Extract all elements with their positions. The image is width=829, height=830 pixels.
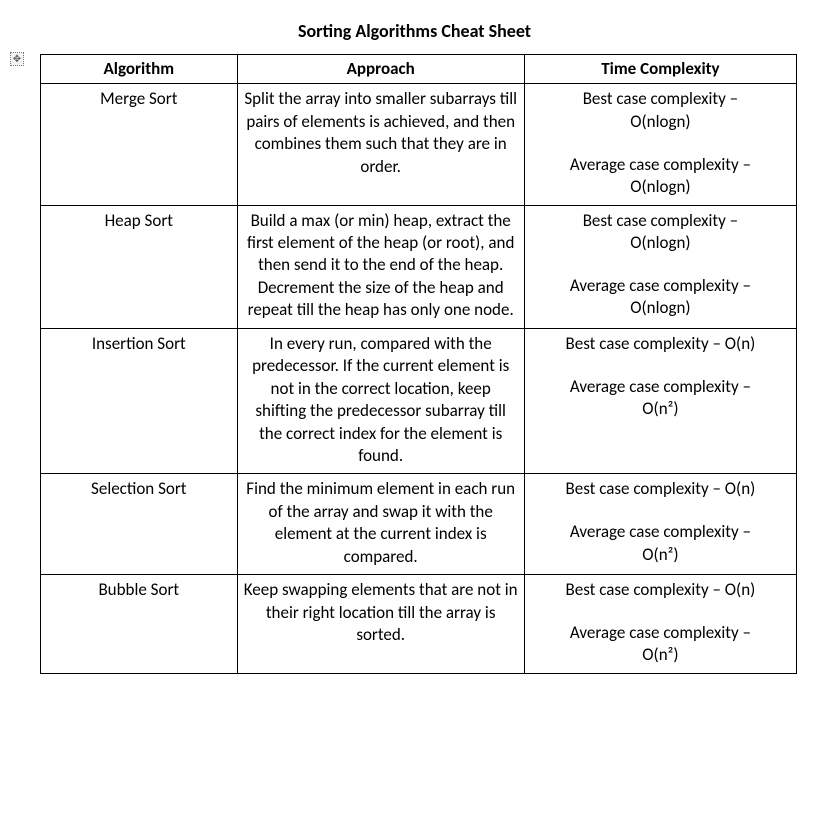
cell-algorithm: Selection Sort xyxy=(41,474,238,575)
avg-value: O(n²) xyxy=(531,398,790,420)
cell-complexity: Best case complexity – O(n) Average case… xyxy=(524,575,796,674)
cell-complexity: Best case complexity – O(n) Average case… xyxy=(524,328,796,474)
best-label: Best case complexity – O(n) xyxy=(531,579,790,601)
avg-value: O(n²) xyxy=(531,644,790,666)
cell-algorithm: Insertion Sort xyxy=(41,328,238,474)
spacer xyxy=(531,133,790,153)
best-label: Best case complexity – O(n) xyxy=(531,333,790,355)
table-row: Merge Sort Split the array into smaller … xyxy=(41,84,797,205)
spacer xyxy=(531,501,790,521)
avg-label: Average case complexity – xyxy=(531,521,790,543)
best-label: Best case complexity – O(n) xyxy=(531,478,790,500)
best-label: Best case complexity – xyxy=(531,210,790,232)
table-row: Insertion Sort In every run, compared wi… xyxy=(41,328,797,474)
cell-complexity: Best case complexity – O(nlogn) Average … xyxy=(524,205,796,328)
spacer xyxy=(531,355,790,375)
algorithms-table: Algorithm Approach Time Complexity Merge… xyxy=(40,54,797,674)
table-row: Heap Sort Build a max (or min) heap, ext… xyxy=(41,205,797,328)
cell-algorithm: Merge Sort xyxy=(41,84,238,205)
table-row: Selection Sort Find the minimum element … xyxy=(41,474,797,575)
page-title: Sorting Algorithms Cheat Sheet xyxy=(32,20,797,42)
avg-value: O(nlogn) xyxy=(531,297,790,319)
avg-value: O(n²) xyxy=(531,544,790,566)
cell-algorithm: Bubble Sort xyxy=(41,575,238,674)
best-value: O(nlogn) xyxy=(531,111,790,133)
cell-algorithm: Heap Sort xyxy=(41,205,238,328)
avg-label: Average case complexity – xyxy=(531,275,790,297)
table-header-row: Algorithm Approach Time Complexity xyxy=(41,55,797,84)
table-wrap: ✥ Algorithm Approach Time Complexity Mer… xyxy=(40,54,797,674)
cell-approach: In every run, compared with the predeces… xyxy=(237,328,524,474)
best-label: Best case complexity – xyxy=(531,88,790,110)
table-row: Bubble Sort Keep swapping elements that … xyxy=(41,575,797,674)
cell-complexity: Best case complexity – O(n) Average case… xyxy=(524,474,796,575)
avg-label: Average case complexity – xyxy=(531,622,790,644)
header-approach: Approach xyxy=(237,55,524,84)
table-anchor-icon[interactable]: ✥ xyxy=(10,52,24,66)
header-algorithm: Algorithm xyxy=(41,55,238,84)
cell-approach: Split the array into smaller subarrays t… xyxy=(237,84,524,205)
cell-approach: Keep swapping elements that are not in t… xyxy=(237,575,524,674)
avg-value: O(nlogn) xyxy=(531,176,790,198)
cell-complexity: Best case complexity – O(nlogn) Average … xyxy=(524,84,796,205)
best-value: O(nlogn) xyxy=(531,232,790,254)
cell-approach: Build a max (or min) heap, extract the f… xyxy=(237,205,524,328)
avg-label: Average case complexity – xyxy=(531,376,790,398)
cell-approach: Find the minimum element in each run of … xyxy=(237,474,524,575)
spacer xyxy=(531,602,790,622)
header-complexity: Time Complexity xyxy=(524,55,796,84)
avg-label: Average case complexity – xyxy=(531,154,790,176)
spacer xyxy=(531,254,790,274)
